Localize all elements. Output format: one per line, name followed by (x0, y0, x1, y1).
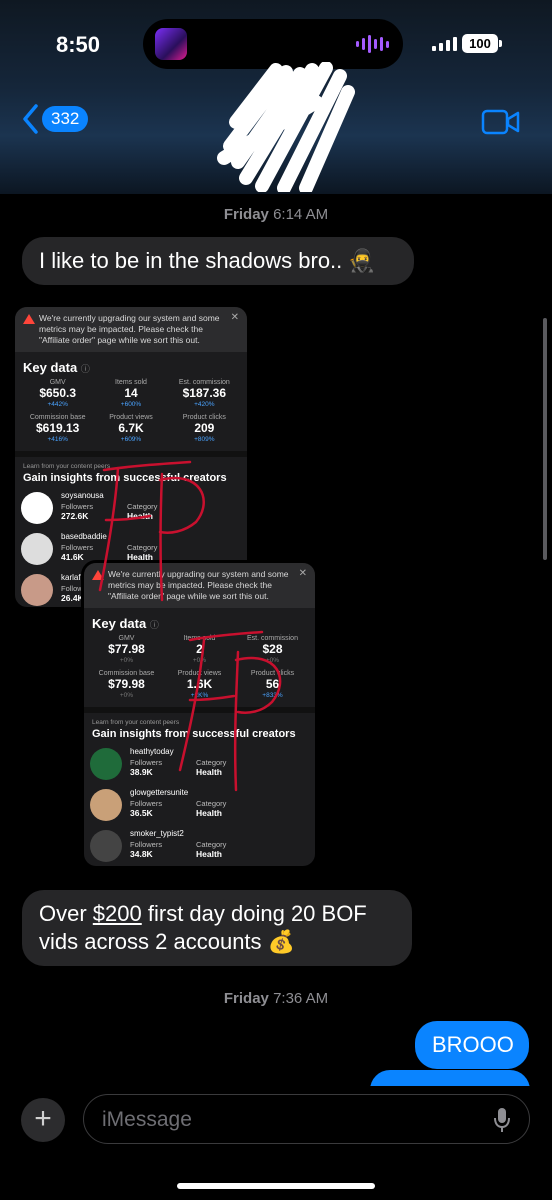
red-fp-annotation (98, 460, 282, 792)
plus-button[interactable]: + (21, 1098, 65, 1142)
input-placeholder: iMessage (102, 1108, 192, 1131)
microphone-icon[interactable] (493, 1107, 511, 1133)
message-input-bar: + iMessage (0, 1086, 552, 1200)
timestamp-day: Friday (223, 990, 269, 1007)
scrollbar[interactable] (543, 318, 547, 560)
home-indicator[interactable] (177, 1183, 375, 1189)
message-timestamp: Friday 7:36 AM (0, 990, 552, 1007)
incoming-message-bubble[interactable]: Over $200 first day doing 20 BOF vids ac… (22, 890, 412, 966)
money-amount-link[interactable]: $200 (93, 901, 142, 926)
message-text: Over (39, 901, 93, 926)
timestamp-time: 7:36 AM (273, 990, 329, 1007)
imessage-input[interactable]: iMessage (83, 1094, 530, 1144)
outgoing-message-bubble[interactable]: BROOO (415, 1021, 529, 1069)
